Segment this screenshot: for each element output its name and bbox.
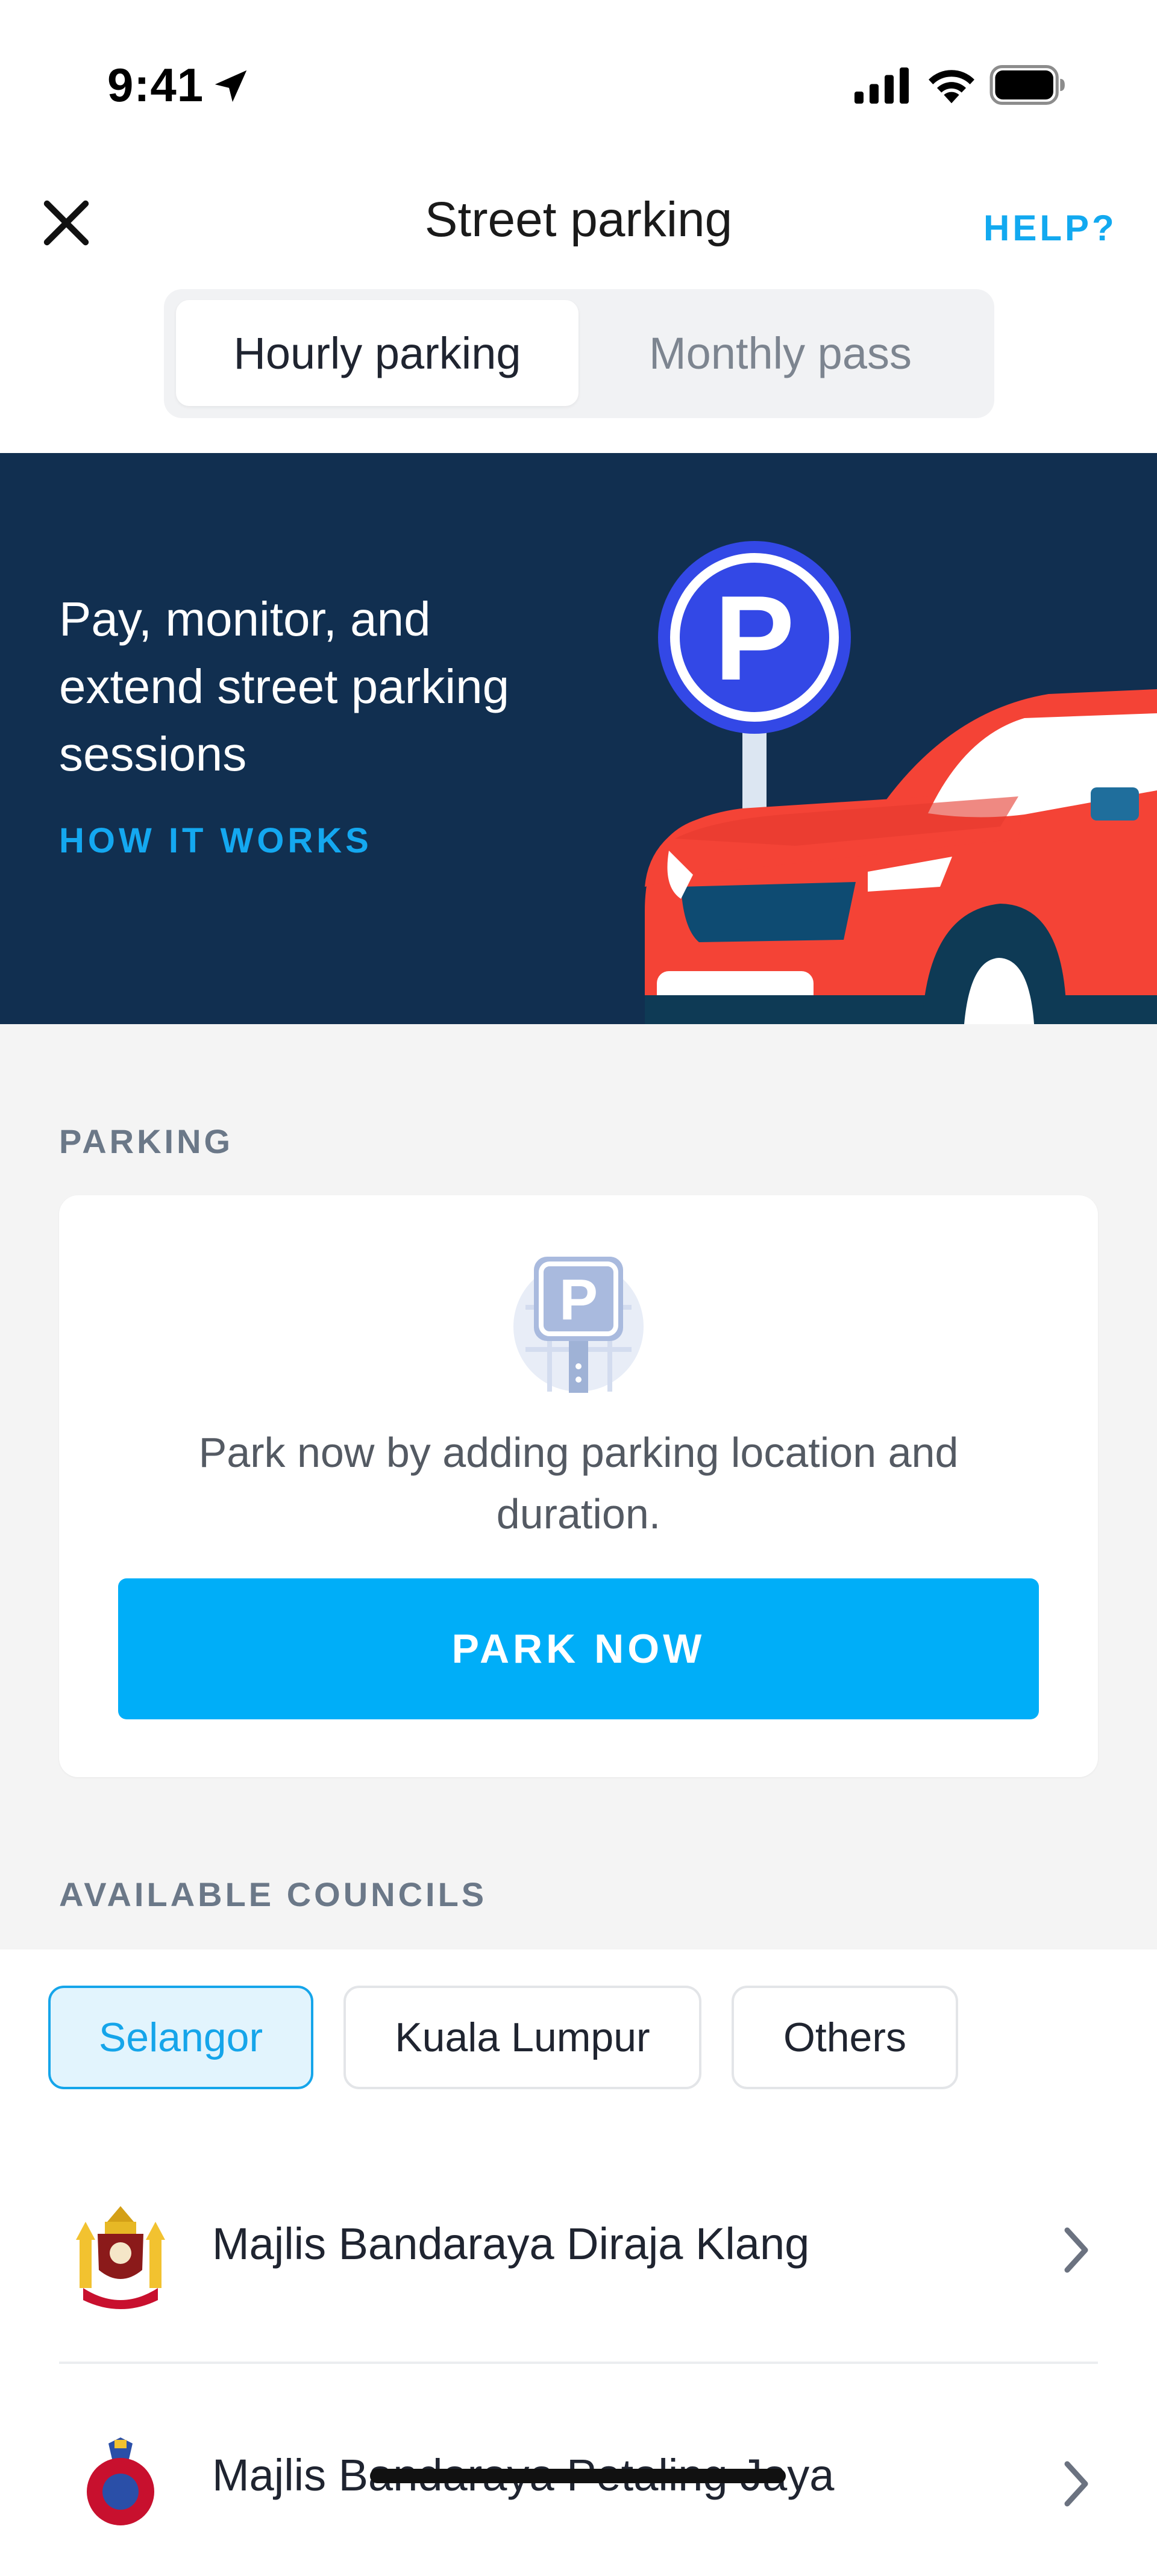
tab-hourly-parking[interactable]: Hourly parking — [176, 300, 578, 406]
council-list-item[interactable]: Majlis Bandaraya Diraja Klang — [0, 2160, 1157, 2341]
tab-monthly-pass[interactable]: Monthly pass — [578, 300, 982, 406]
available-councils-heading: AVAILABLE COUNCILS — [59, 1875, 488, 1913]
home-indicator — [370, 2469, 786, 2483]
council-list-item[interactable]: Majlis Bandaraya Petaling Jaya — [0, 2395, 1157, 2576]
chevron-right-icon — [1064, 2227, 1088, 2273]
battery-icon — [989, 65, 1065, 105]
how-it-works-link[interactable]: HOW IT WORKS — [59, 821, 372, 861]
status-bar: 9:41 — [0, 0, 1157, 145]
parking-icon-letter: P — [559, 1268, 598, 1332]
chip-kuala-lumpur[interactable]: Kuala Lumpur — [343, 1986, 701, 2089]
wifi-icon — [929, 70, 974, 104]
parking-section-heading: PARKING — [59, 1122, 234, 1160]
petaling-jaya-council-logo-icon — [87, 2437, 154, 2525]
council-name: Majlis Bandaraya Diraja Klang — [212, 2219, 810, 2269]
cellular-signal-icon — [854, 67, 909, 104]
status-time: 9:41 — [107, 58, 204, 111]
car-parking-illustration: P — [645, 541, 1157, 1024]
chevron-right-icon — [1064, 2461, 1088, 2507]
promo-banner: Pay, monitor, and extend street parking … — [0, 453, 1157, 1024]
location-arrow-icon — [215, 70, 247, 102]
klang-council-logo-icon — [76, 2206, 165, 2309]
park-now-button[interactable]: PARK NOW — [118, 1578, 1039, 1719]
chip-others[interactable]: Others — [732, 1986, 958, 2089]
parking-sign-icon: P — [513, 1257, 644, 1393]
parking-card-description: Park now by adding parking location and … — [198, 1429, 959, 1537]
list-divider — [59, 2362, 1098, 2364]
help-link[interactable]: HELP? — [983, 207, 1117, 249]
chip-selangor[interactable]: Selangor — [48, 1986, 313, 2089]
parking-sign-letter: P — [714, 571, 794, 705]
banner-text: Pay, monitor, and extend street parking … — [59, 592, 510, 781]
